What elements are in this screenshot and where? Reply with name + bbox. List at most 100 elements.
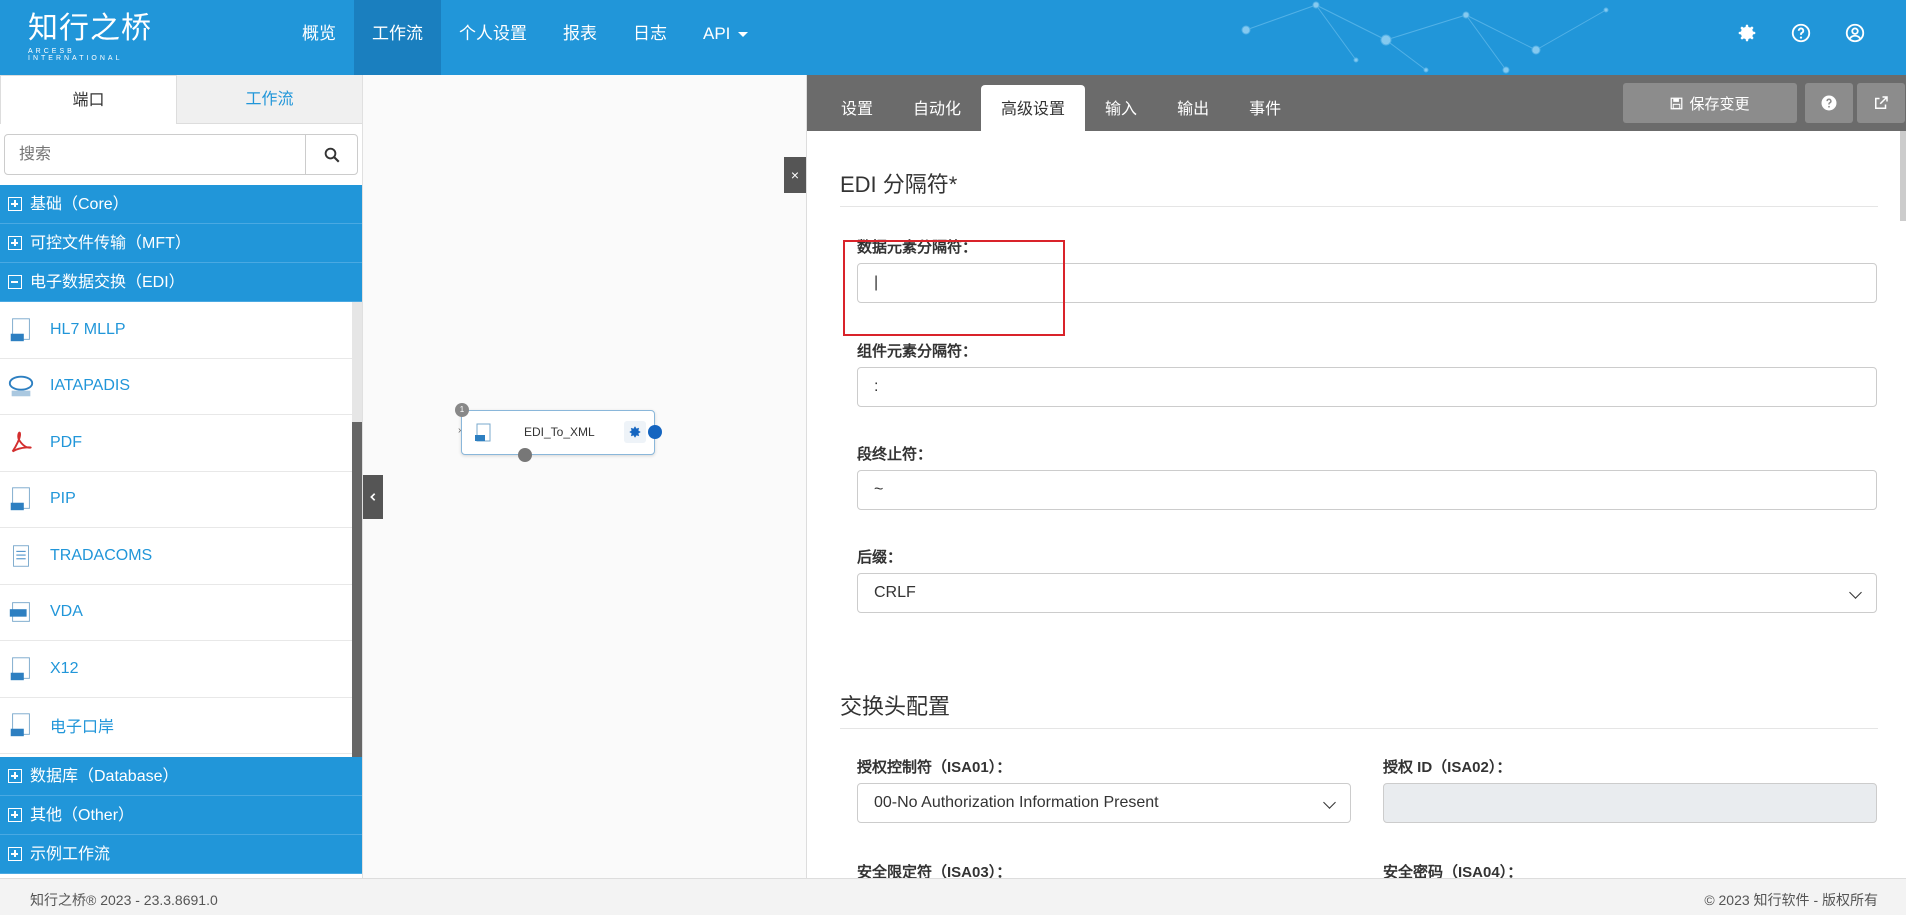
category-other[interactable]: 其他（Other） [0, 796, 362, 835]
category-label: 其他（Other） [30, 807, 135, 824]
isa01-label: 授权控制符（ISA01）： [857, 759, 1012, 776]
highlight-box [843, 240, 1065, 336]
nav-personal-settings[interactable]: 个人设置 [441, 0, 545, 75]
list-item-label: HL7 MLLP [50, 320, 126, 338]
tab-settings[interactable]: 设置 [821, 85, 893, 131]
nav-api[interactable]: API [685, 0, 766, 75]
tab-advanced[interactable]: 高级设置 [981, 85, 1086, 131]
gear-icon[interactable] [1736, 22, 1758, 44]
save-icon [1671, 97, 1683, 109]
search-input[interactable] [5, 135, 305, 174]
expand-icon [8, 236, 22, 250]
node-badge: 1 [455, 403, 469, 417]
tab-input[interactable]: 输入 [1085, 85, 1157, 131]
category-core[interactable]: 基础（Core） [0, 185, 362, 224]
component-element-field[interactable]: : [857, 367, 1877, 407]
user-icon[interactable] [1844, 22, 1866, 44]
category-label: 电子数据交换（EDI） [30, 274, 185, 291]
open-external-button[interactable] [1857, 83, 1905, 123]
node-label: EDI_To_XML [524, 425, 595, 439]
tab-workflows[interactable]: 工作流 [177, 75, 362, 124]
footer: 知行之桥® 2023 - 23.3.8691.0 © 2023 知行软件 - 版… [0, 878, 1906, 915]
close-panel-button[interactable]: × [784, 157, 806, 193]
list-item-hl7-mllp[interactable]: HL7 MLLP [0, 302, 352, 359]
collapse-panel-button[interactable] [363, 475, 383, 519]
nav-workflow[interactable]: 工作流 [354, 0, 441, 75]
advanced-settings-form: EDI 分隔符* 数据元素分隔符： | 组件元素分隔符： : 段终止符： ~ 后… [807, 131, 1906, 878]
chevron-left-icon [370, 493, 376, 501]
list-item-label: IATAPADIS [50, 377, 131, 395]
expand-icon [8, 769, 22, 783]
node-settings-button[interactable] [624, 421, 646, 443]
workflow-canvas[interactable]: × 1 › EDI_To_XML [362, 75, 806, 878]
hl7-icon [6, 315, 36, 345]
logo[interactable]: 知行之桥 ARCESB INTERNATIONAL [28, 12, 158, 64]
save-changes-button[interactable]: 保存变更 [1623, 83, 1797, 123]
chevron-down-icon [1849, 586, 1862, 599]
suffix-select[interactable]: CRLF [857, 573, 1877, 613]
node-error-connector[interactable] [518, 448, 532, 462]
divider [840, 728, 1878, 729]
search-box [4, 134, 358, 175]
scrollbar-thumb[interactable] [352, 422, 362, 757]
left-tabs: 端口 工作流 [0, 75, 362, 124]
list-item-label: X12 [50, 659, 79, 677]
pdf-icon [6, 428, 36, 458]
isa01-select[interactable]: 00-No Authorization Information Present [857, 783, 1351, 823]
gear-icon [629, 426, 641, 438]
expand-icon [8, 847, 22, 861]
list-item-label: TRADACOMS [50, 546, 153, 564]
divider [840, 206, 1878, 207]
category-sample-workflows[interactable]: 示例工作流 [0, 835, 362, 874]
interchange-header-title: 交换头配置 [840, 694, 951, 719]
question-icon[interactable] [1790, 22, 1812, 44]
nav-reports[interactable]: 报表 [545, 0, 615, 75]
isa04-label: 安全密码（ISA04）： [1383, 864, 1523, 878]
node-output-connector[interactable] [648, 425, 662, 439]
list-item-label: VDA [50, 603, 83, 621]
tab-automation[interactable]: 自动化 [893, 85, 981, 131]
tab-ports[interactable]: 端口 [0, 75, 177, 124]
list-item-pdf[interactable]: PDF [0, 415, 352, 472]
list-item-e-port[interactable]: 电子口岸 [0, 698, 352, 754]
isa02-field [1383, 783, 1877, 823]
tab-output[interactable]: 输出 [1157, 85, 1229, 131]
list-item-label: 电子口岸 [50, 719, 115, 737]
connector-list: HL7 MLLP IATAPADIS PDF PIP TRADACOMS VDA… [0, 302, 362, 757]
iata-icon [6, 371, 36, 401]
expand-icon [8, 197, 22, 211]
list-item-x12[interactable]: X12 [0, 641, 352, 698]
x12-node-icon [475, 423, 491, 442]
list-item-pip[interactable]: PIP [0, 472, 352, 528]
workflow-node[interactable]: 1 › EDI_To_XML [455, 403, 662, 462]
list-item-tradacoms[interactable]: TRADACOMS [0, 528, 352, 585]
nav-api-label: API [703, 24, 731, 43]
nav-logs[interactable]: 日志 [615, 0, 685, 75]
footer-copyright: © 2023 知行软件 - 版权所有 [1704, 892, 1878, 908]
list-scrollbar[interactable] [352, 302, 362, 757]
category-edi[interactable]: 电子数据交换（EDI） [0, 263, 362, 302]
list-item-iatapadis[interactable]: IATAPADIS [0, 359, 352, 415]
help-button[interactable] [1805, 83, 1853, 123]
settings-tabbar: 设置 自动化 高级设置 输入 输出 事件 保存变更 [807, 75, 1906, 131]
category-label: 示例工作流 [30, 846, 111, 863]
category-label: 可控文件传输（MFT） [30, 235, 191, 252]
list-item-vda[interactable]: VDA [0, 585, 352, 641]
category-mft[interactable]: 可控文件传输（MFT） [0, 224, 362, 263]
form-scrollbar[interactable] [1900, 131, 1906, 221]
e-port-icon [6, 710, 36, 740]
isa01-value: 00-No Authorization Information Present [874, 794, 1159, 811]
isa03-label: 安全限定符（ISA03）： [857, 864, 1012, 878]
logo-text: 知行之桥 [28, 11, 152, 46]
pip-icon [6, 484, 36, 514]
suffix-label: 后缀： [857, 549, 903, 566]
segment-terminator-field[interactable]: ~ [857, 470, 1877, 510]
nav-overview[interactable]: 概览 [284, 0, 354, 75]
expand-icon [8, 808, 22, 822]
footer-version: 知行之桥® 2023 - 23.3.8691.0 [30, 892, 218, 908]
component-element-label: 组件元素分隔符： [857, 343, 978, 360]
category-database[interactable]: 数据库（Database） [0, 757, 362, 796]
tab-events[interactable]: 事件 [1229, 85, 1301, 131]
list-item-label: PIP [50, 490, 76, 508]
search-button[interactable] [305, 135, 357, 174]
